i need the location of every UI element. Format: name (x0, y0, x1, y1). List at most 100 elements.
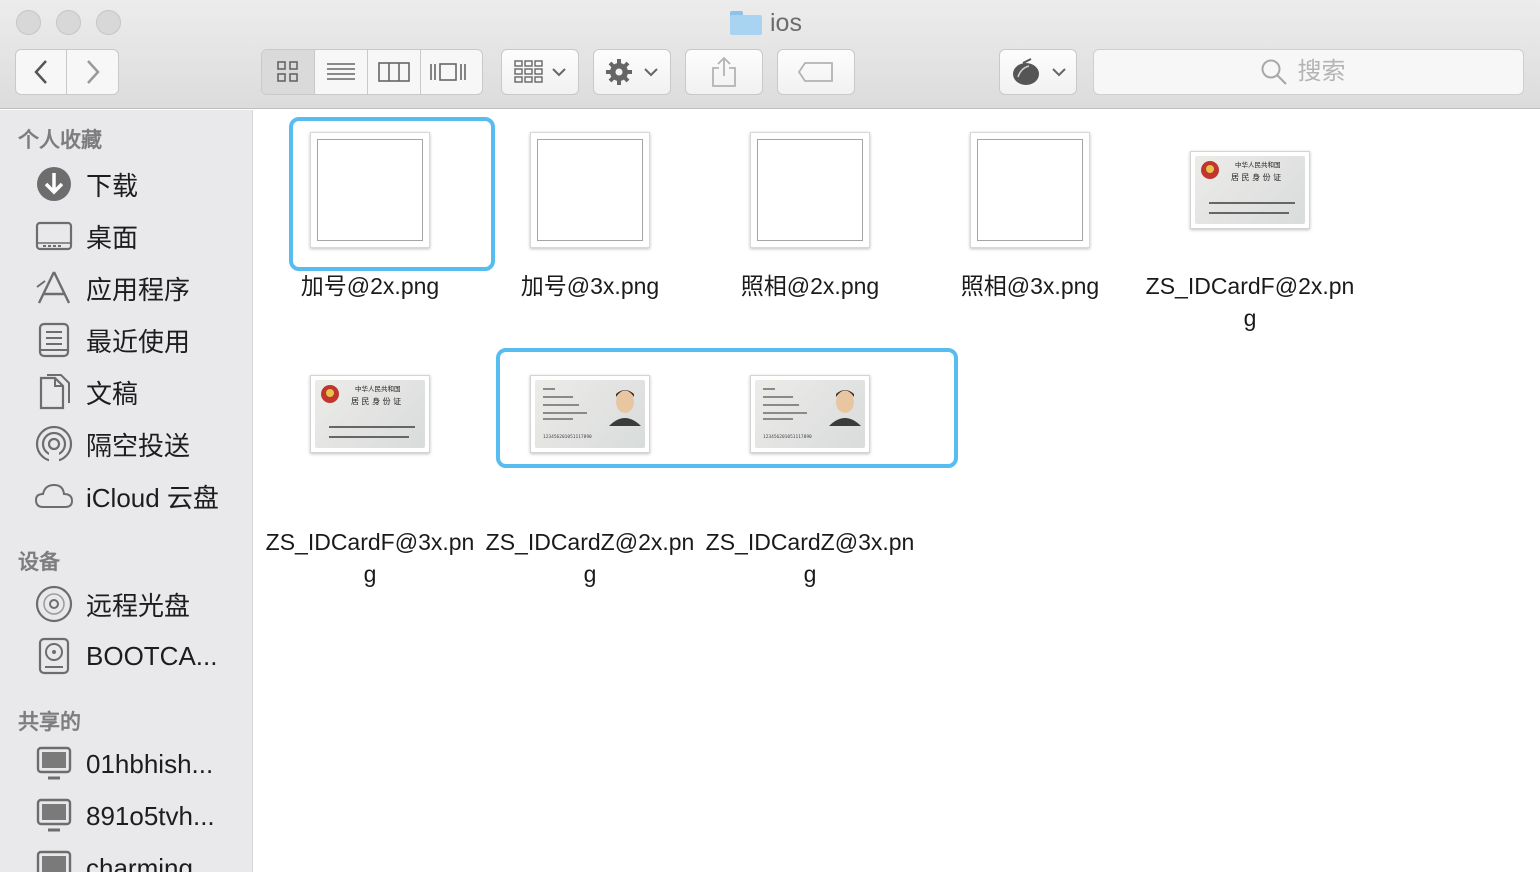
sidebar-item-desktop[interactable]: 桌面 (34, 216, 249, 256)
sidebar-item-label: 隔空投送 (86, 430, 191, 461)
sidebar-item-label: 远程光盘 (86, 590, 191, 621)
sidebar-item-icloud[interactable]: iCloud 云盘 (34, 476, 249, 516)
file-name: ZS_IDCardZ@2x.png (485, 529, 695, 587)
icloud-icon (34, 476, 74, 516)
sidebar-item-airdrop[interactable]: 隔空投送 (34, 424, 249, 464)
file-item[interactable]: 加号@3x.png (480, 110, 700, 302)
airdrop-icon (34, 424, 74, 464)
sidebar-item-bootcamp[interactable]: BOOTCA... (34, 636, 249, 676)
computer-icon (34, 796, 74, 836)
chevron-right-icon (86, 60, 100, 84)
icon-view-button[interactable] (262, 50, 315, 94)
sidebar-item-label: charming (86, 852, 193, 872)
window-title: ios (730, 6, 802, 40)
gear-icon (606, 59, 658, 85)
sidebar: 个人收藏 下载 桌面 应用程序 最近使用 文稿 隔空投送 iCloud 云盘 设… (0, 110, 253, 872)
minimize-window-button[interactable] (56, 10, 81, 35)
search-field[interactable] (1093, 49, 1524, 95)
applications-icon (34, 268, 74, 308)
sidebar-heading-favorites: 个人收藏 (18, 129, 102, 152)
sidebar-heading-devices: 设备 (18, 551, 60, 574)
column-view-button[interactable] (368, 50, 421, 94)
sidebar-item-recents[interactable]: 最近使用 (34, 320, 249, 360)
file-name: ZS_IDCardF@3x.png (265, 529, 475, 587)
folder-icon (730, 11, 762, 35)
sidebar-item-applications[interactable]: 应用程序 (34, 268, 249, 308)
file-name: ZS_IDCardF@2x.png (1145, 273, 1355, 331)
sidebar-item-shared-1[interactable]: 01hbhish... (34, 744, 249, 784)
share-icon (712, 56, 736, 87)
sidebar-item-label: 文稿 (86, 378, 139, 409)
list-view-button[interactable] (315, 50, 368, 94)
sidebar-item-shared-2[interactable]: 891o5tvh... (34, 796, 249, 836)
sidebar-item-label: 891o5tvh... (86, 800, 215, 831)
id-card-title: 中华人民共和国 (355, 384, 401, 393)
computer-icon (34, 744, 74, 784)
zoom-window-button[interactable] (96, 10, 121, 35)
view-mode-selector (261, 49, 483, 95)
id-card-front-thumbnail: 中华人民共和国 居 民 身 份 证 (1190, 151, 1310, 229)
remote-disc-icon (34, 584, 74, 624)
file-name: 照相@3x.png (960, 273, 1100, 299)
image-thumbnail (750, 132, 870, 248)
cover-flow-icon (429, 63, 466, 81)
chevron-left-icon (34, 60, 47, 84)
file-item[interactable]: 加号@2x.png (260, 110, 480, 302)
sidebar-item-label: 下载 (86, 170, 139, 201)
grid-icon (277, 61, 298, 82)
file-name: 照相@2x.png (740, 273, 880, 299)
sidebar-item-label: iCloud 云盘 (86, 482, 219, 513)
recents-icon (34, 320, 74, 360)
search-input[interactable] (1297, 58, 1358, 86)
action-button[interactable] (593, 49, 671, 95)
sidebar-item-shared-3[interactable]: charming (34, 848, 249, 872)
id-card-number: 123456201051117890 (543, 434, 592, 440)
toolbar: ios (0, 0, 1540, 109)
window-title-text: ios (770, 8, 802, 37)
sidebar-item-label: 应用程序 (86, 274, 191, 305)
file-grid: 加号@2x.png 加号@3x.png 照相@2x.png 照相@3x.png … (254, 110, 1540, 872)
share-button[interactable] (685, 49, 763, 95)
id-card-front-thumbnail: 中华人民共和国 居 民 身 份 证 (310, 375, 430, 453)
file-name: 加号@2x.png (300, 273, 440, 299)
sidebar-item-downloads[interactable]: 下载 (34, 164, 249, 204)
sidebar-item-label: 最近使用 (86, 326, 191, 357)
forward-button[interactable] (67, 50, 118, 94)
tags-button[interactable] (777, 49, 855, 95)
columns-icon (378, 62, 410, 82)
arrange-grid-icon (514, 60, 566, 83)
sidebar-item-label: 桌面 (86, 222, 139, 253)
sidebar-item-documents[interactable]: 文稿 (34, 372, 249, 412)
cover-flow-button[interactable] (421, 50, 474, 94)
acorn-app-icon (1013, 58, 1066, 85)
id-card-number: 123456201051117890 (763, 434, 812, 440)
arrange-button[interactable] (501, 49, 579, 95)
search-icon (1261, 59, 1287, 85)
file-item[interactable]: 照相@2x.png (700, 110, 920, 302)
image-thumbnail (970, 132, 1090, 248)
download-icon (34, 164, 74, 204)
file-item[interactable]: 123456201051117890 ZS_IDCardZ@3x.png (700, 334, 920, 590)
back-button[interactable] (16, 50, 68, 94)
sidebar-heading-shared: 共享的 (18, 711, 81, 734)
file-item[interactable]: 中华人民共和国 居 民 身 份 证 ZS_IDCardF@3x.png (260, 334, 480, 590)
file-item[interactable]: 123456201051117890 ZS_IDCardZ@2x.png (480, 334, 700, 590)
file-item[interactable]: 中华人民共和国 居 民 身 份 证 ZS_IDCardF@2x.png (1140, 110, 1360, 334)
app-menu-button[interactable] (999, 49, 1077, 95)
id-card-back-thumbnail: 123456201051117890 (750, 375, 870, 453)
list-icon (327, 63, 355, 80)
disk-icon (34, 636, 74, 676)
image-thumbnail (530, 132, 650, 248)
desktop-icon (34, 216, 74, 256)
computer-icon (34, 848, 74, 872)
sidebar-item-remote-disc[interactable]: 远程光盘 (34, 584, 249, 624)
file-name: 加号@3x.png (520, 273, 660, 299)
documents-icon (34, 372, 74, 412)
id-card-subtitle: 居 民 身 份 证 (1231, 172, 1281, 182)
image-thumbnail (310, 132, 430, 248)
sidebar-item-label: 01hbhish... (86, 748, 214, 779)
id-card-subtitle: 居 民 身 份 证 (351, 396, 401, 406)
id-card-title: 中华人民共和国 (1235, 160, 1281, 169)
file-item[interactable]: 照相@3x.png (920, 110, 1140, 302)
close-window-button[interactable] (16, 10, 41, 35)
